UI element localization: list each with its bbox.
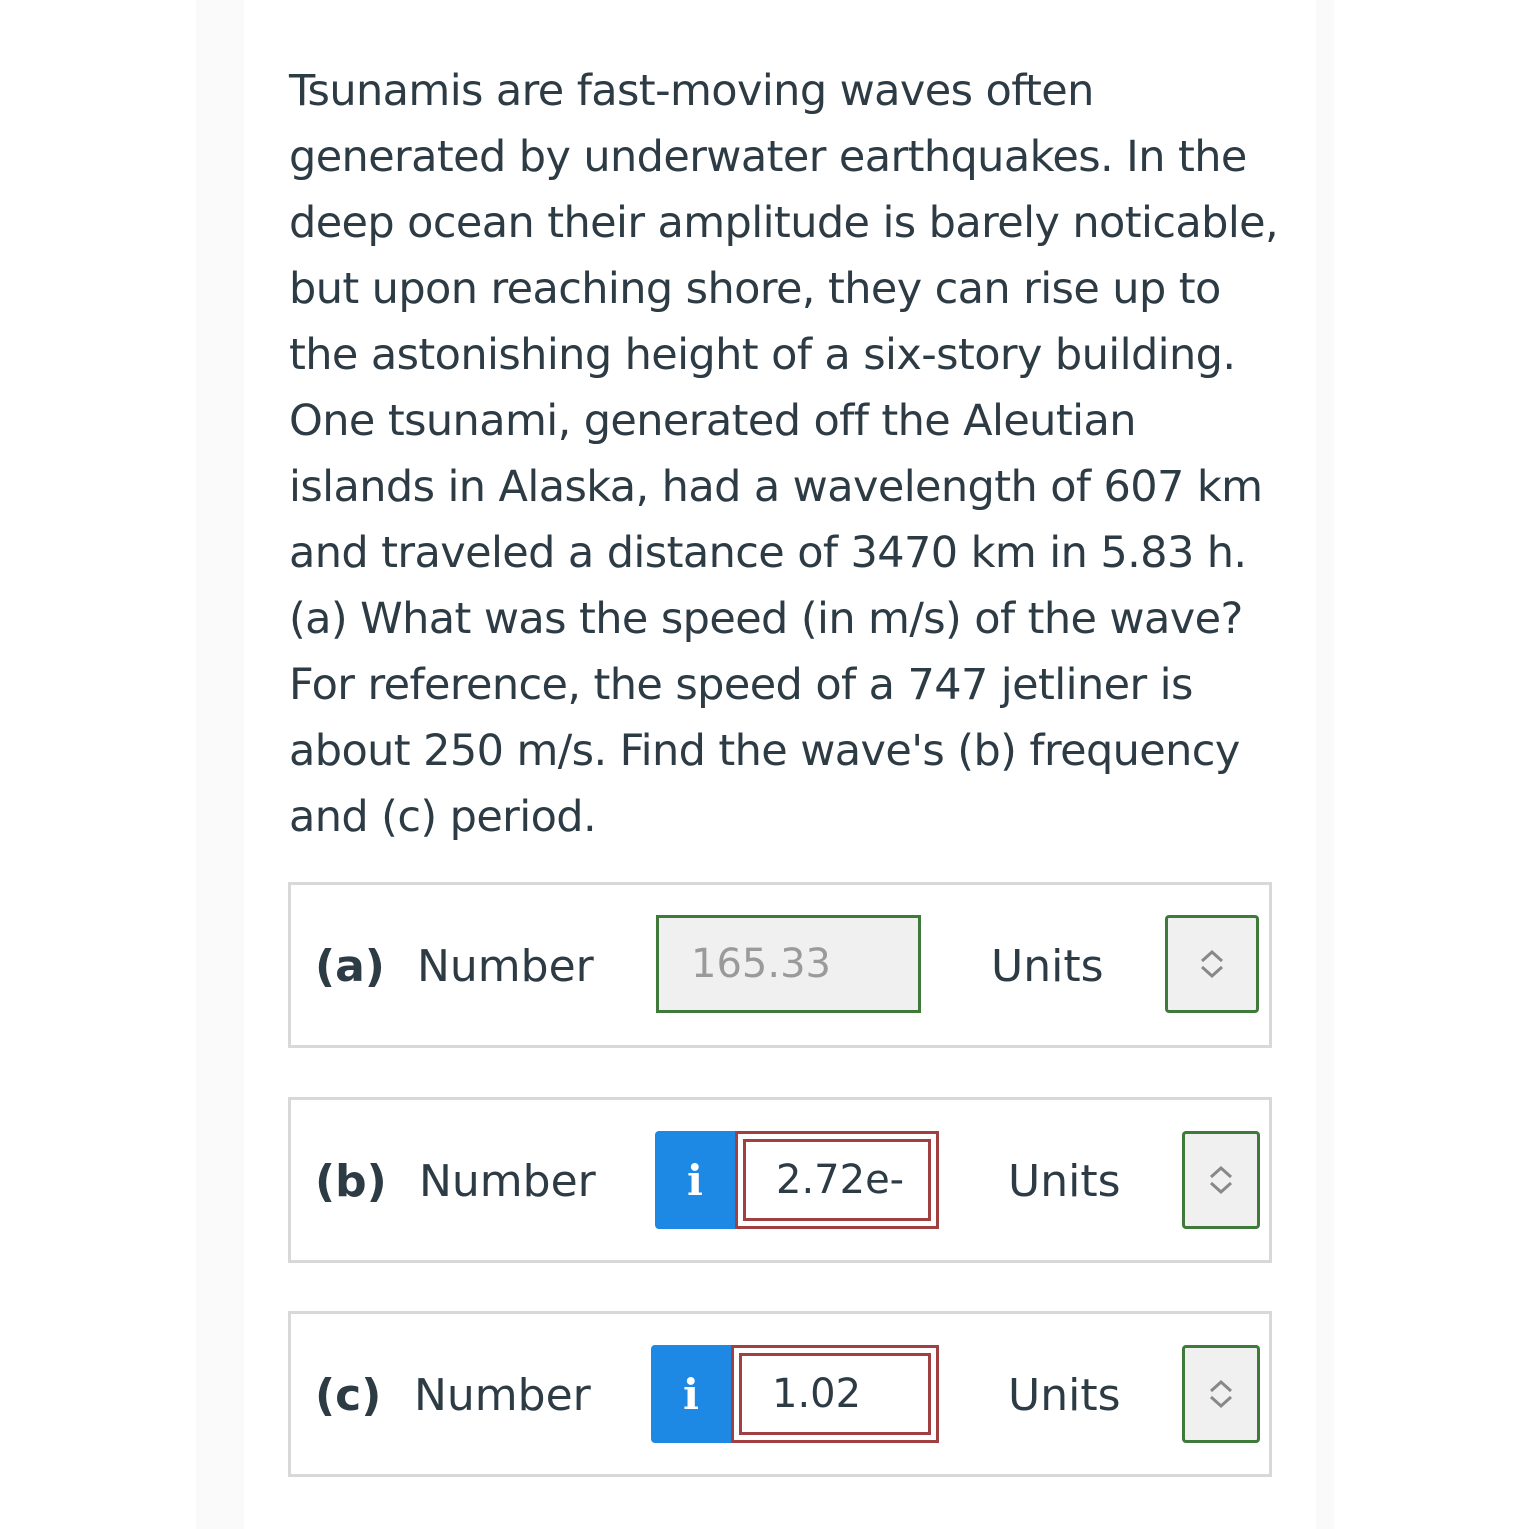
units-label-a: Units [991,941,1104,992]
units-select-a[interactable] [1165,915,1259,1013]
answer-box-b: (b) Number i 2.72e- Units [288,1097,1272,1263]
question-text: Tsunamis are fast-moving waves often gen… [289,66,1279,842]
info-glyph: i [683,1369,699,1419]
number-label-b: Number [419,1156,596,1207]
number-label-a: Number [417,941,594,992]
info-icon[interactable]: i [655,1131,735,1229]
units-label-c: Units [1008,1370,1121,1421]
number-input-a-value: 165.33 [691,941,831,987]
chevron-up-down-icon [1209,1165,1233,1195]
number-input-c-value: 1.02 [772,1371,862,1417]
info-icon[interactable]: i [651,1345,731,1443]
number-input-c[interactable]: 1.02 [731,1345,939,1443]
answer-box-c: (c) Number i 1.02 Units [288,1311,1272,1477]
answer-box-a: (a) Number 165.33 Units [288,882,1272,1048]
number-input-b-value: 2.72e- [776,1157,905,1203]
number-input-a[interactable]: 165.33 [656,915,921,1013]
part-label-b: (b) [315,1156,387,1207]
units-select-b[interactable] [1182,1131,1260,1229]
info-glyph: i [687,1155,703,1205]
number-input-b[interactable]: 2.72e- [735,1131,939,1229]
units-select-c[interactable] [1182,1345,1260,1443]
part-label-c: (c) [315,1370,382,1421]
units-label-b: Units [1008,1156,1121,1207]
chevron-up-down-icon [1200,949,1224,979]
part-label-a: (a) [315,941,385,992]
chevron-up-down-icon [1209,1379,1233,1409]
number-label-c: Number [414,1370,591,1421]
